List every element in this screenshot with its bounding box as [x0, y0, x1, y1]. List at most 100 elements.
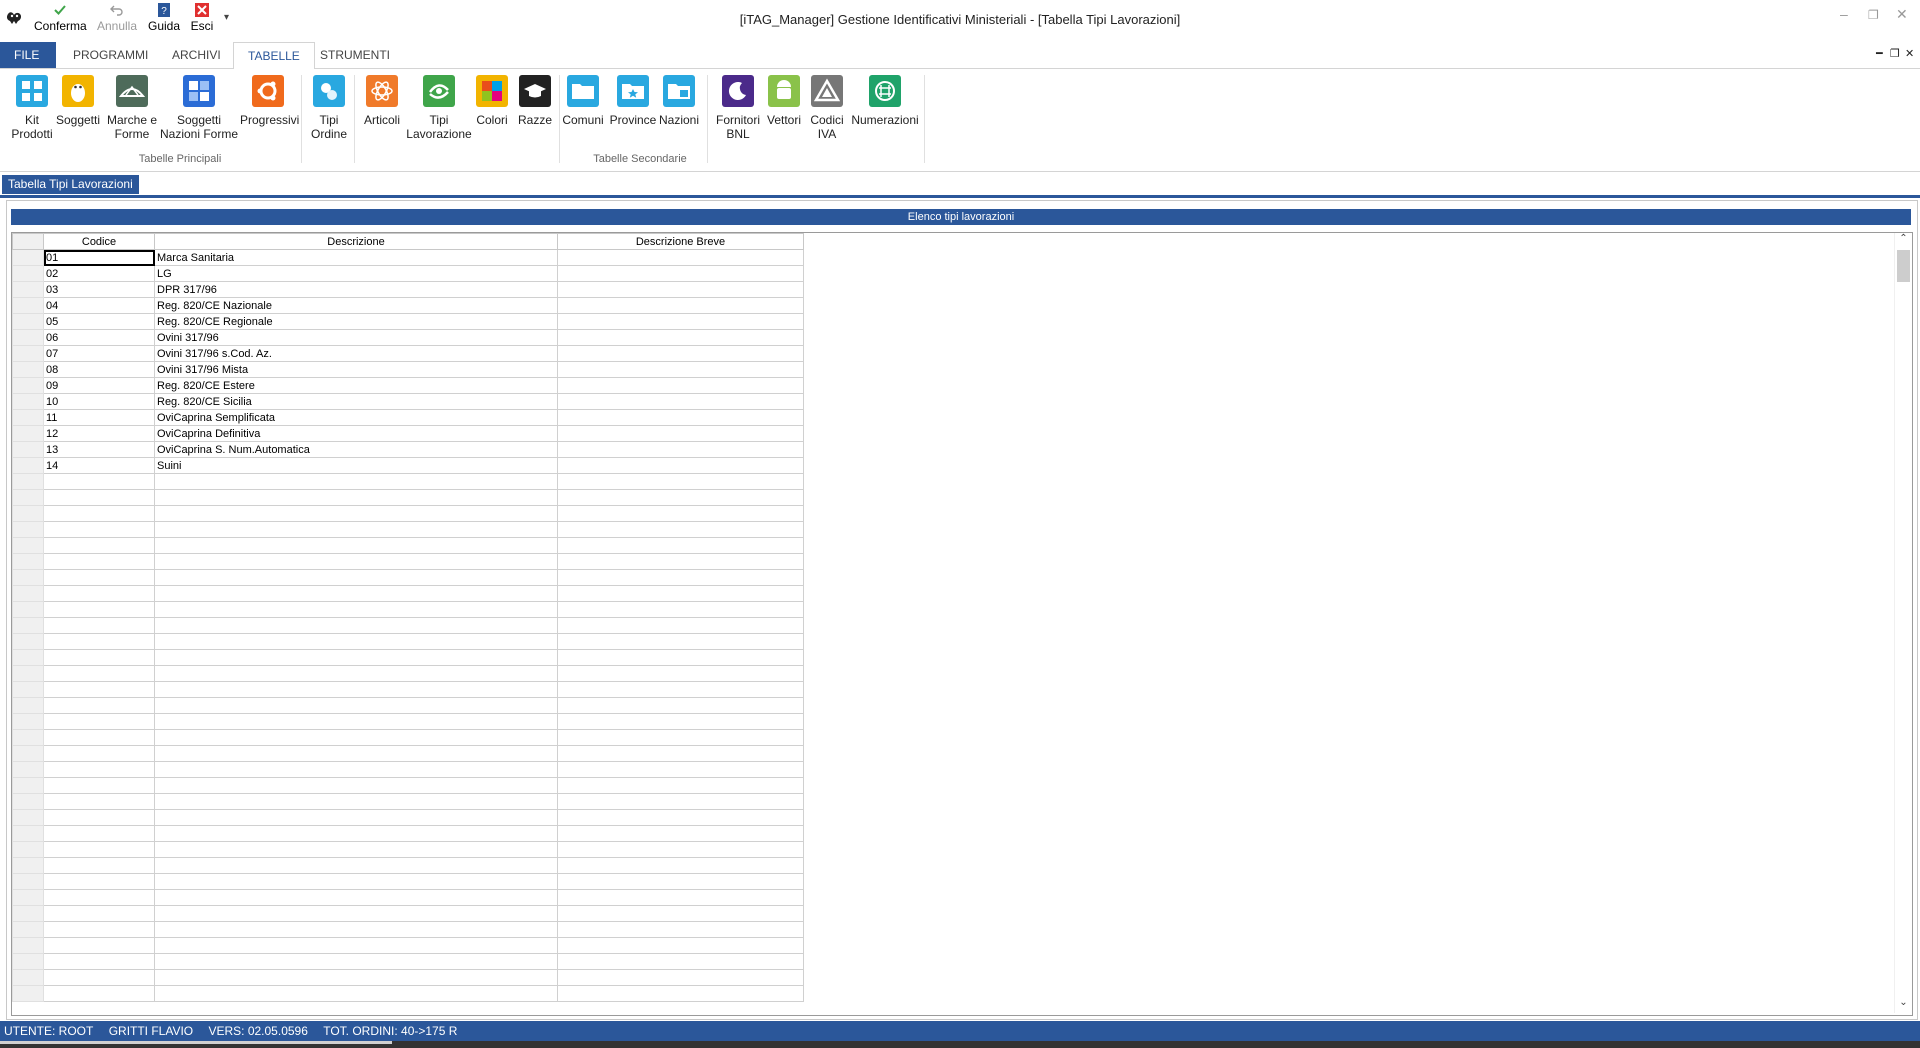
cell-descrizione[interactable] [154, 633, 558, 650]
cell-codice[interactable] [43, 969, 155, 986]
empty-table-row[interactable] [12, 537, 804, 554]
scroll-down-icon[interactable]: ⌄ [1895, 997, 1912, 1013]
cell-codice[interactable] [43, 697, 155, 714]
cell-descrizione[interactable] [154, 665, 558, 682]
cell-descrizione-breve[interactable] [557, 265, 804, 282]
cell-codice[interactable]: 04 [43, 297, 155, 314]
cell-descrizione[interactable] [154, 649, 558, 666]
cell-descrizione[interactable] [154, 969, 558, 986]
cell-codice[interactable]: 13 [43, 441, 155, 458]
table-row[interactable]: 07 Ovini 317/96 s.Cod. Az. [12, 345, 804, 362]
cell-descrizione[interactable]: Reg. 820/CE Estere [154, 377, 558, 394]
cell-descrizione-breve[interactable] [557, 377, 804, 394]
cell-descrizione-breve[interactable] [557, 297, 804, 314]
ribbon-button-progressivi[interactable]: Progressivi [240, 75, 299, 127]
cell-descrizione-breve[interactable] [557, 905, 804, 922]
column-header-codice[interactable]: Codice [43, 233, 155, 250]
cell-codice[interactable]: 02 [43, 265, 155, 282]
cell-descrizione-breve[interactable] [557, 985, 804, 1002]
table-row[interactable]: 04 Reg. 820/CE Nazionale [12, 297, 804, 314]
cell-descrizione-breve[interactable] [557, 809, 804, 826]
tab-strumenti[interactable]: STRUMENTI [306, 42, 404, 68]
empty-table-row[interactable] [12, 857, 804, 874]
cell-descrizione[interactable]: Marca Sanitaria [154, 249, 558, 266]
mdi-restore-icon[interactable]: ❐ [1890, 47, 1900, 60]
cell-descrizione[interactable] [154, 905, 558, 922]
cell-codice[interactable] [43, 553, 155, 570]
mdi-minimize-icon[interactable]: ━ [1876, 47, 1883, 60]
cell-descrizione[interactable] [154, 745, 558, 762]
ribbon-button-kit-prodotti[interactable]: Kit Prodotti [8, 75, 56, 141]
empty-table-row[interactable] [12, 745, 804, 762]
empty-table-row[interactable] [12, 521, 804, 538]
cell-codice[interactable] [43, 537, 155, 554]
cell-descrizione[interactable]: Reg. 820/CE Sicilia [154, 393, 558, 410]
empty-table-row[interactable] [12, 697, 804, 714]
cell-descrizione-breve[interactable] [557, 329, 804, 346]
cell-descrizione-breve[interactable] [557, 425, 804, 442]
cell-descrizione-breve[interactable] [557, 969, 804, 986]
cell-descrizione[interactable] [154, 489, 558, 506]
mdi-close-icon[interactable]: ✕ [1905, 47, 1914, 60]
empty-table-row[interactable] [12, 761, 804, 778]
cell-descrizione-breve[interactable] [557, 873, 804, 890]
ribbon-button-razze[interactable]: Razze [515, 75, 555, 127]
empty-table-row[interactable] [12, 713, 804, 730]
cell-descrizione-breve[interactable] [557, 537, 804, 554]
cell-descrizione[interactable]: Ovini 317/96 Mista [154, 361, 558, 378]
table-row[interactable]: 12 OviCaprina Definitiva [12, 425, 804, 442]
restore-icon[interactable]: ❐ [1868, 8, 1879, 22]
cell-descrizione[interactable] [154, 585, 558, 602]
ribbon-button-codici-iva[interactable]: Codici IVA [805, 75, 849, 141]
cell-descrizione-breve[interactable] [557, 665, 804, 682]
cell-descrizione-breve[interactable] [557, 489, 804, 506]
empty-table-row[interactable] [12, 953, 804, 970]
cell-codice[interactable]: 14 [43, 457, 155, 474]
cell-codice[interactable] [43, 889, 155, 906]
cell-descrizione-breve[interactable] [557, 617, 804, 634]
cell-descrizione-breve[interactable] [557, 281, 804, 298]
ribbon-button-numerazioni[interactable]: Numerazioni [845, 75, 925, 127]
table-row[interactable]: 08 Ovini 317/96 Mista [12, 361, 804, 378]
cell-codice[interactable]: 01 [43, 249, 155, 266]
ribbon-button-articoli[interactable]: Articoli [360, 75, 404, 127]
cell-descrizione-breve[interactable] [557, 601, 804, 618]
empty-table-row[interactable] [12, 985, 804, 1002]
cell-descrizione[interactable]: Suini [154, 457, 558, 474]
cell-descrizione[interactable]: LG [154, 265, 558, 282]
cell-codice[interactable] [43, 953, 155, 970]
cell-codice[interactable]: 05 [43, 313, 155, 330]
cell-codice[interactable] [43, 841, 155, 858]
cell-descrizione[interactable] [154, 729, 558, 746]
cell-codice[interactable] [43, 905, 155, 922]
cell-codice[interactable] [43, 857, 155, 874]
cell-descrizione-breve[interactable] [557, 713, 804, 730]
cell-descrizione[interactable] [154, 761, 558, 778]
cell-descrizione[interactable] [154, 841, 558, 858]
cell-codice[interactable] [43, 937, 155, 954]
empty-table-row[interactable] [12, 809, 804, 826]
empty-table-row[interactable] [12, 617, 804, 634]
cell-codice[interactable]: 08 [43, 361, 155, 378]
empty-table-row[interactable] [12, 969, 804, 986]
ribbon-button-soggetti[interactable]: Soggetti [55, 75, 101, 127]
cell-codice[interactable]: 06 [43, 329, 155, 346]
cell-descrizione-breve[interactable] [557, 921, 804, 938]
cell-descrizione-breve[interactable] [557, 649, 804, 666]
cell-codice[interactable]: 09 [43, 377, 155, 394]
document-tab[interactable]: Tabella Tipi Lavorazioni [2, 175, 139, 194]
cell-descrizione-breve[interactable] [557, 777, 804, 794]
cell-codice[interactable]: 07 [43, 345, 155, 362]
cell-codice[interactable] [43, 601, 155, 618]
cell-descrizione[interactable]: OviCaprina S. Num.Automatica [154, 441, 558, 458]
empty-table-row[interactable] [12, 473, 804, 490]
cell-descrizione-breve[interactable] [557, 889, 804, 906]
empty-table-row[interactable] [12, 921, 804, 938]
ribbon-button-tipi-lavorazione[interactable]: Tipi Lavorazione [404, 75, 474, 141]
empty-table-row[interactable] [12, 777, 804, 794]
cell-descrizione[interactable]: Ovini 317/96 s.Cod. Az. [154, 345, 558, 362]
cell-descrizione-breve[interactable] [557, 553, 804, 570]
cell-descrizione[interactable] [154, 921, 558, 938]
ribbon-button-comuni[interactable]: Comuni [560, 75, 606, 127]
cell-codice[interactable] [43, 985, 155, 1002]
